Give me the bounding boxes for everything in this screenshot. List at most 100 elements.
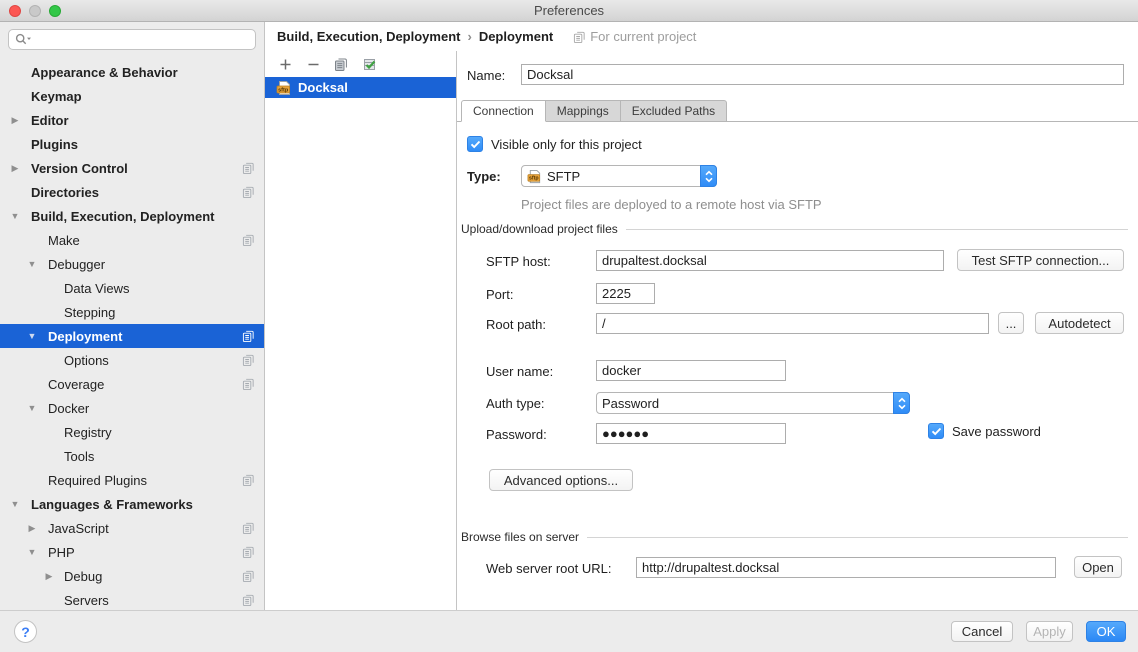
- sidebar-item-tools[interactable]: Tools: [0, 444, 264, 468]
- ok-button[interactable]: OK: [1086, 621, 1126, 642]
- sidebar-item-build-execution-deployment[interactable]: ▼ Build, Execution, Deployment: [0, 204, 264, 228]
- cancel-button[interactable]: Cancel: [951, 621, 1013, 642]
- type-select[interactable]: sftp SFTP: [521, 165, 717, 187]
- sidebar-item-languages-frameworks[interactable]: ▼Languages & Frameworks: [0, 492, 264, 516]
- name-label: Name:: [467, 68, 505, 83]
- sidebar-item-label: Options: [64, 353, 109, 368]
- port-label: Port:: [486, 287, 513, 302]
- user-name-input[interactable]: [596, 360, 786, 381]
- tree-expand-icon[interactable]: ▶: [43, 571, 55, 582]
- sidebar-item-data-views[interactable]: Data Views: [0, 276, 264, 300]
- tree-collapse-icon[interactable]: ▼: [26, 547, 38, 557]
- tree-collapse-icon[interactable]: ▼: [26, 331, 38, 341]
- use-as-default-icon[interactable]: [361, 56, 377, 72]
- breadcrumb-separator-icon: ›: [467, 29, 471, 44]
- sidebar-item-label: Registry: [64, 425, 112, 440]
- tree-collapse-icon[interactable]: ▼: [26, 259, 38, 269]
- settings-sidebar: Appearance & Behavior Keymap ▶ Editor Plugin…: [0, 22, 265, 610]
- auth-type-select[interactable]: Password: [596, 392, 910, 414]
- sidebar-item-options[interactable]: Options: [0, 348, 264, 372]
- settings-tree: Appearance & Behavior Keymap ▶ Editor Plugin…: [0, 54, 264, 610]
- sidebar-item-editor[interactable]: ▶ Editor: [0, 108, 264, 132]
- sidebar-item-label: Deployment: [48, 329, 122, 344]
- sidebar-item-php[interactable]: ▼PHP: [0, 540, 264, 564]
- apply-button[interactable]: Apply: [1026, 621, 1073, 642]
- tree-expand-icon[interactable]: ▶: [9, 163, 21, 174]
- sidebar-item-docker[interactable]: ▼Docker: [0, 396, 264, 420]
- scope-indicator: For current project: [573, 29, 696, 44]
- tree-expand-icon[interactable]: ▶: [9, 115, 21, 126]
- sidebar-item-stepping[interactable]: Stepping: [0, 300, 264, 324]
- sftp-host-input[interactable]: [596, 250, 944, 271]
- search-input[interactable]: [34, 33, 249, 47]
- password-input[interactable]: [596, 423, 786, 444]
- sidebar-item-label: Data Views: [64, 281, 130, 296]
- sidebar-item-appearance-behavior[interactable]: Appearance & Behavior: [0, 60, 264, 84]
- auth-type-value: Password: [602, 396, 888, 411]
- project-level-icon: [242, 377, 255, 390]
- visible-only-checkbox[interactable]: Visible only for this project: [467, 136, 642, 152]
- save-password-checkbox[interactable]: Save password: [928, 423, 1041, 439]
- name-input[interactable]: [521, 64, 1124, 85]
- test-sftp-connection-button[interactable]: Test SFTP connection...: [957, 249, 1124, 271]
- port-input[interactable]: [596, 283, 655, 304]
- open-url-button[interactable]: Open: [1074, 556, 1122, 578]
- sidebar-item-coverage[interactable]: Coverage: [0, 372, 264, 396]
- scope-label: For current project: [590, 29, 696, 44]
- sftp-type-icon: sftp: [527, 169, 542, 184]
- web-server-root-url-input[interactable]: [636, 557, 1056, 578]
- sftp-file-icon: sftp: [276, 80, 292, 96]
- tree-expand-icon[interactable]: ▶: [26, 523, 38, 534]
- visible-only-label: Visible only for this project: [491, 137, 642, 152]
- sidebar-item-label: Debugger: [48, 257, 105, 272]
- sidebar-item-servers[interactable]: Servers: [0, 588, 264, 610]
- remove-server-icon[interactable]: [305, 56, 321, 72]
- password-label: Password:: [486, 427, 547, 442]
- zoom-window-icon[interactable]: [49, 5, 61, 17]
- tab-connection[interactable]: Connection: [461, 100, 546, 122]
- sidebar-item-required-plugins[interactable]: Required Plugins: [0, 468, 264, 492]
- root-path-input[interactable]: [596, 313, 989, 334]
- sidebar-item-javascript[interactable]: ▶JavaScript: [0, 516, 264, 540]
- breadcrumb-parent[interactable]: Build, Execution, Deployment: [277, 29, 460, 44]
- sidebar-item-version-control[interactable]: ▶Version Control: [0, 156, 264, 180]
- svg-text:sftp: sftp: [529, 175, 539, 181]
- help-button[interactable]: ?: [14, 620, 37, 643]
- close-window-icon[interactable]: [9, 5, 21, 17]
- checkbox-checked-icon: [928, 423, 944, 439]
- sidebar-item-make[interactable]: Make: [0, 228, 264, 252]
- sidebar-item-debug[interactable]: ▶ Debug: [0, 564, 264, 588]
- checkbox-checked-icon: [467, 136, 483, 152]
- advanced-options-button[interactable]: Advanced options...: [489, 469, 633, 491]
- breadcrumb-current: Deployment: [479, 29, 553, 44]
- tree-collapse-icon[interactable]: ▼: [9, 499, 21, 509]
- browse-root-path-button[interactable]: ...: [998, 312, 1024, 334]
- minimize-window-icon[interactable]: [29, 5, 41, 17]
- sidebar-item-label: Editor: [31, 113, 69, 128]
- sidebar-item-keymap[interactable]: Keymap: [0, 84, 264, 108]
- tab-mappings[interactable]: Mappings: [546, 100, 621, 122]
- tree-collapse-icon[interactable]: ▼: [26, 403, 38, 413]
- copy-server-icon[interactable]: [333, 56, 349, 72]
- sidebar-item-label: Appearance & Behavior: [31, 65, 178, 80]
- sidebar-item-label: Stepping: [64, 305, 115, 320]
- sidebar-item-label: Debug: [64, 569, 102, 584]
- sidebar-item-deployment[interactable]: ▼ Deployment: [0, 324, 264, 348]
- project-level-icon: [573, 30, 586, 43]
- autodetect-button[interactable]: Autodetect: [1035, 312, 1124, 334]
- sidebar-item-label: Build, Execution, Deployment: [31, 209, 214, 224]
- type-value: SFTP: [547, 169, 695, 184]
- add-server-icon[interactable]: [277, 56, 293, 72]
- sidebar-item-directories[interactable]: Directories: [0, 180, 264, 204]
- sidebar-item-plugins[interactable]: Plugins: [0, 132, 264, 156]
- server-item-docksal[interactable]: sftp Docksal: [265, 77, 456, 98]
- breadcrumb: Build, Execution, Deployment › Deploymen…: [265, 22, 1138, 51]
- tree-collapse-icon[interactable]: ▼: [9, 211, 21, 221]
- title-bar: Preferences: [0, 0, 1138, 22]
- settings-search-box[interactable]: [8, 29, 256, 50]
- tab-excluded-paths[interactable]: Excluded Paths: [621, 100, 727, 122]
- sidebar-item-registry[interactable]: Registry: [0, 420, 264, 444]
- project-level-icon: [242, 473, 255, 486]
- upload-section-title: Upload/download project files: [461, 222, 618, 236]
- sidebar-item-debugger[interactable]: ▼ Debugger: [0, 252, 264, 276]
